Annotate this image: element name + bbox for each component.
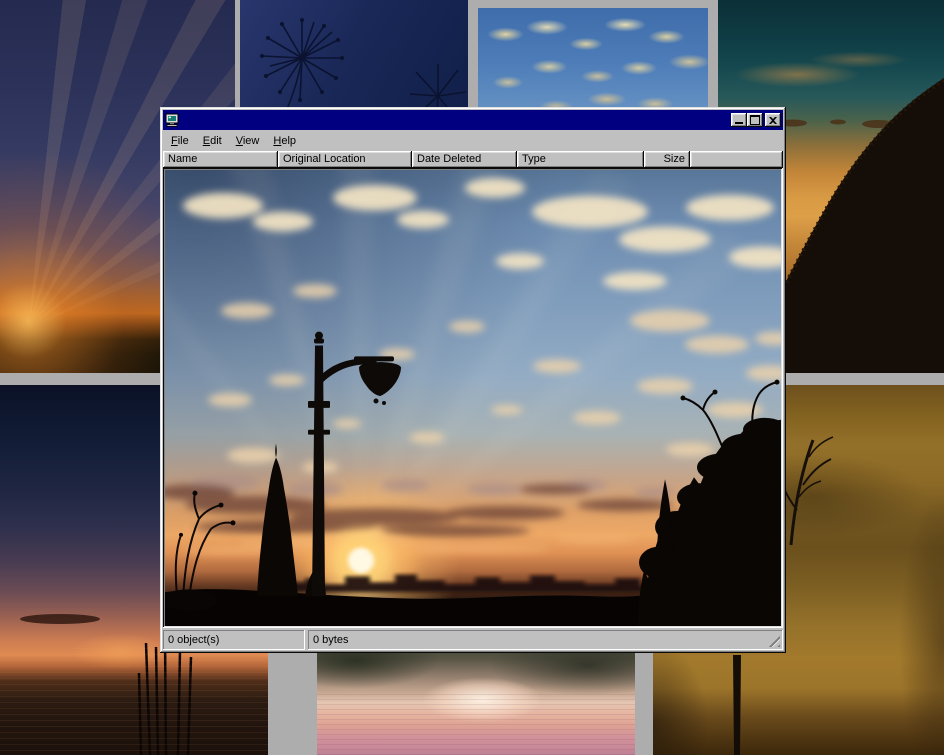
column-header-filler xyxy=(690,151,783,168)
column-header-size[interactable]: Size xyxy=(644,151,690,168)
menu-edit[interactable]: Edit xyxy=(196,133,229,149)
column-header-name[interactable]: Name xyxy=(163,151,278,168)
desktop: { "titlebar": { "app_icon": "computer-ic… xyxy=(0,0,944,755)
file-list-area[interactable] xyxy=(163,168,783,628)
titlebar[interactable] xyxy=(163,110,783,130)
column-header-date-deleted[interactable]: Date Deleted xyxy=(412,151,517,168)
column-header-original-location[interactable]: Original Location xyxy=(278,151,412,168)
maximize-button[interactable] xyxy=(747,113,763,127)
sunset-photo-background xyxy=(165,170,781,626)
menu-help[interactable]: Help xyxy=(266,133,303,149)
computer-icon xyxy=(165,113,179,127)
status-object-count: 0 object(s) xyxy=(163,630,305,650)
window-controls xyxy=(731,113,781,127)
statusbar: 0 object(s) 0 bytes xyxy=(163,630,783,650)
menubar: File Edit View Help xyxy=(163,130,783,151)
close-button[interactable] xyxy=(765,113,781,127)
column-headers: Name Original Location Date Deleted Type… xyxy=(163,151,783,168)
status-byte-count: 0 bytes xyxy=(308,630,783,650)
minimize-icon xyxy=(735,122,743,124)
column-header-type[interactable]: Type xyxy=(517,151,644,168)
menu-file[interactable]: File xyxy=(164,133,196,149)
close-icon xyxy=(769,117,777,124)
menu-view[interactable]: View xyxy=(229,133,267,149)
minimize-button[interactable] xyxy=(731,113,747,127)
sunset-photo-art xyxy=(165,170,781,626)
recycle-bin-window: File Edit View Help Name Original Locati… xyxy=(160,107,786,653)
maximize-icon xyxy=(750,115,760,125)
